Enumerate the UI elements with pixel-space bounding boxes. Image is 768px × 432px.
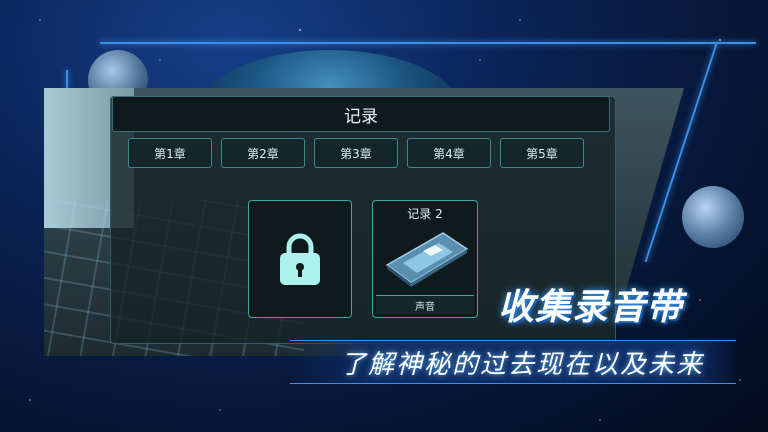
tab-label: 第3章	[340, 146, 372, 161]
planet-right	[682, 186, 744, 248]
frame-line-left	[66, 70, 68, 90]
promo-headline: 收集录音带	[498, 287, 684, 328]
tab-chapter-2[interactable]: 第2章	[221, 138, 305, 168]
frame-line-top	[100, 42, 756, 44]
tab-label: 第2章	[247, 146, 279, 161]
tab-label: 第4章	[433, 146, 465, 161]
tab-chapter-3[interactable]: 第3章	[314, 138, 398, 168]
cassette-tape-icon	[385, 232, 469, 287]
promo-subline: 了解神秘的过去现在以及未来	[340, 350, 705, 380]
tab-chapter-4[interactable]: 第4章	[407, 138, 491, 168]
record-card[interactable]: 记录 2 声音	[372, 200, 478, 318]
tab-label: 第5章	[526, 146, 558, 161]
padlock-icon	[280, 233, 320, 285]
dialog-title: 记录	[112, 96, 610, 132]
locked-record-card[interactable]	[248, 200, 352, 318]
record-card-footer: 声音	[376, 295, 474, 314]
record-card-title: 记录 2	[407, 207, 443, 221]
tab-label: 第1章	[154, 146, 186, 161]
dialog-title-text: 记录	[344, 106, 378, 127]
tab-chapter-1[interactable]: 第1章	[128, 138, 212, 168]
tab-chapter-5[interactable]: 第5章	[500, 138, 584, 168]
